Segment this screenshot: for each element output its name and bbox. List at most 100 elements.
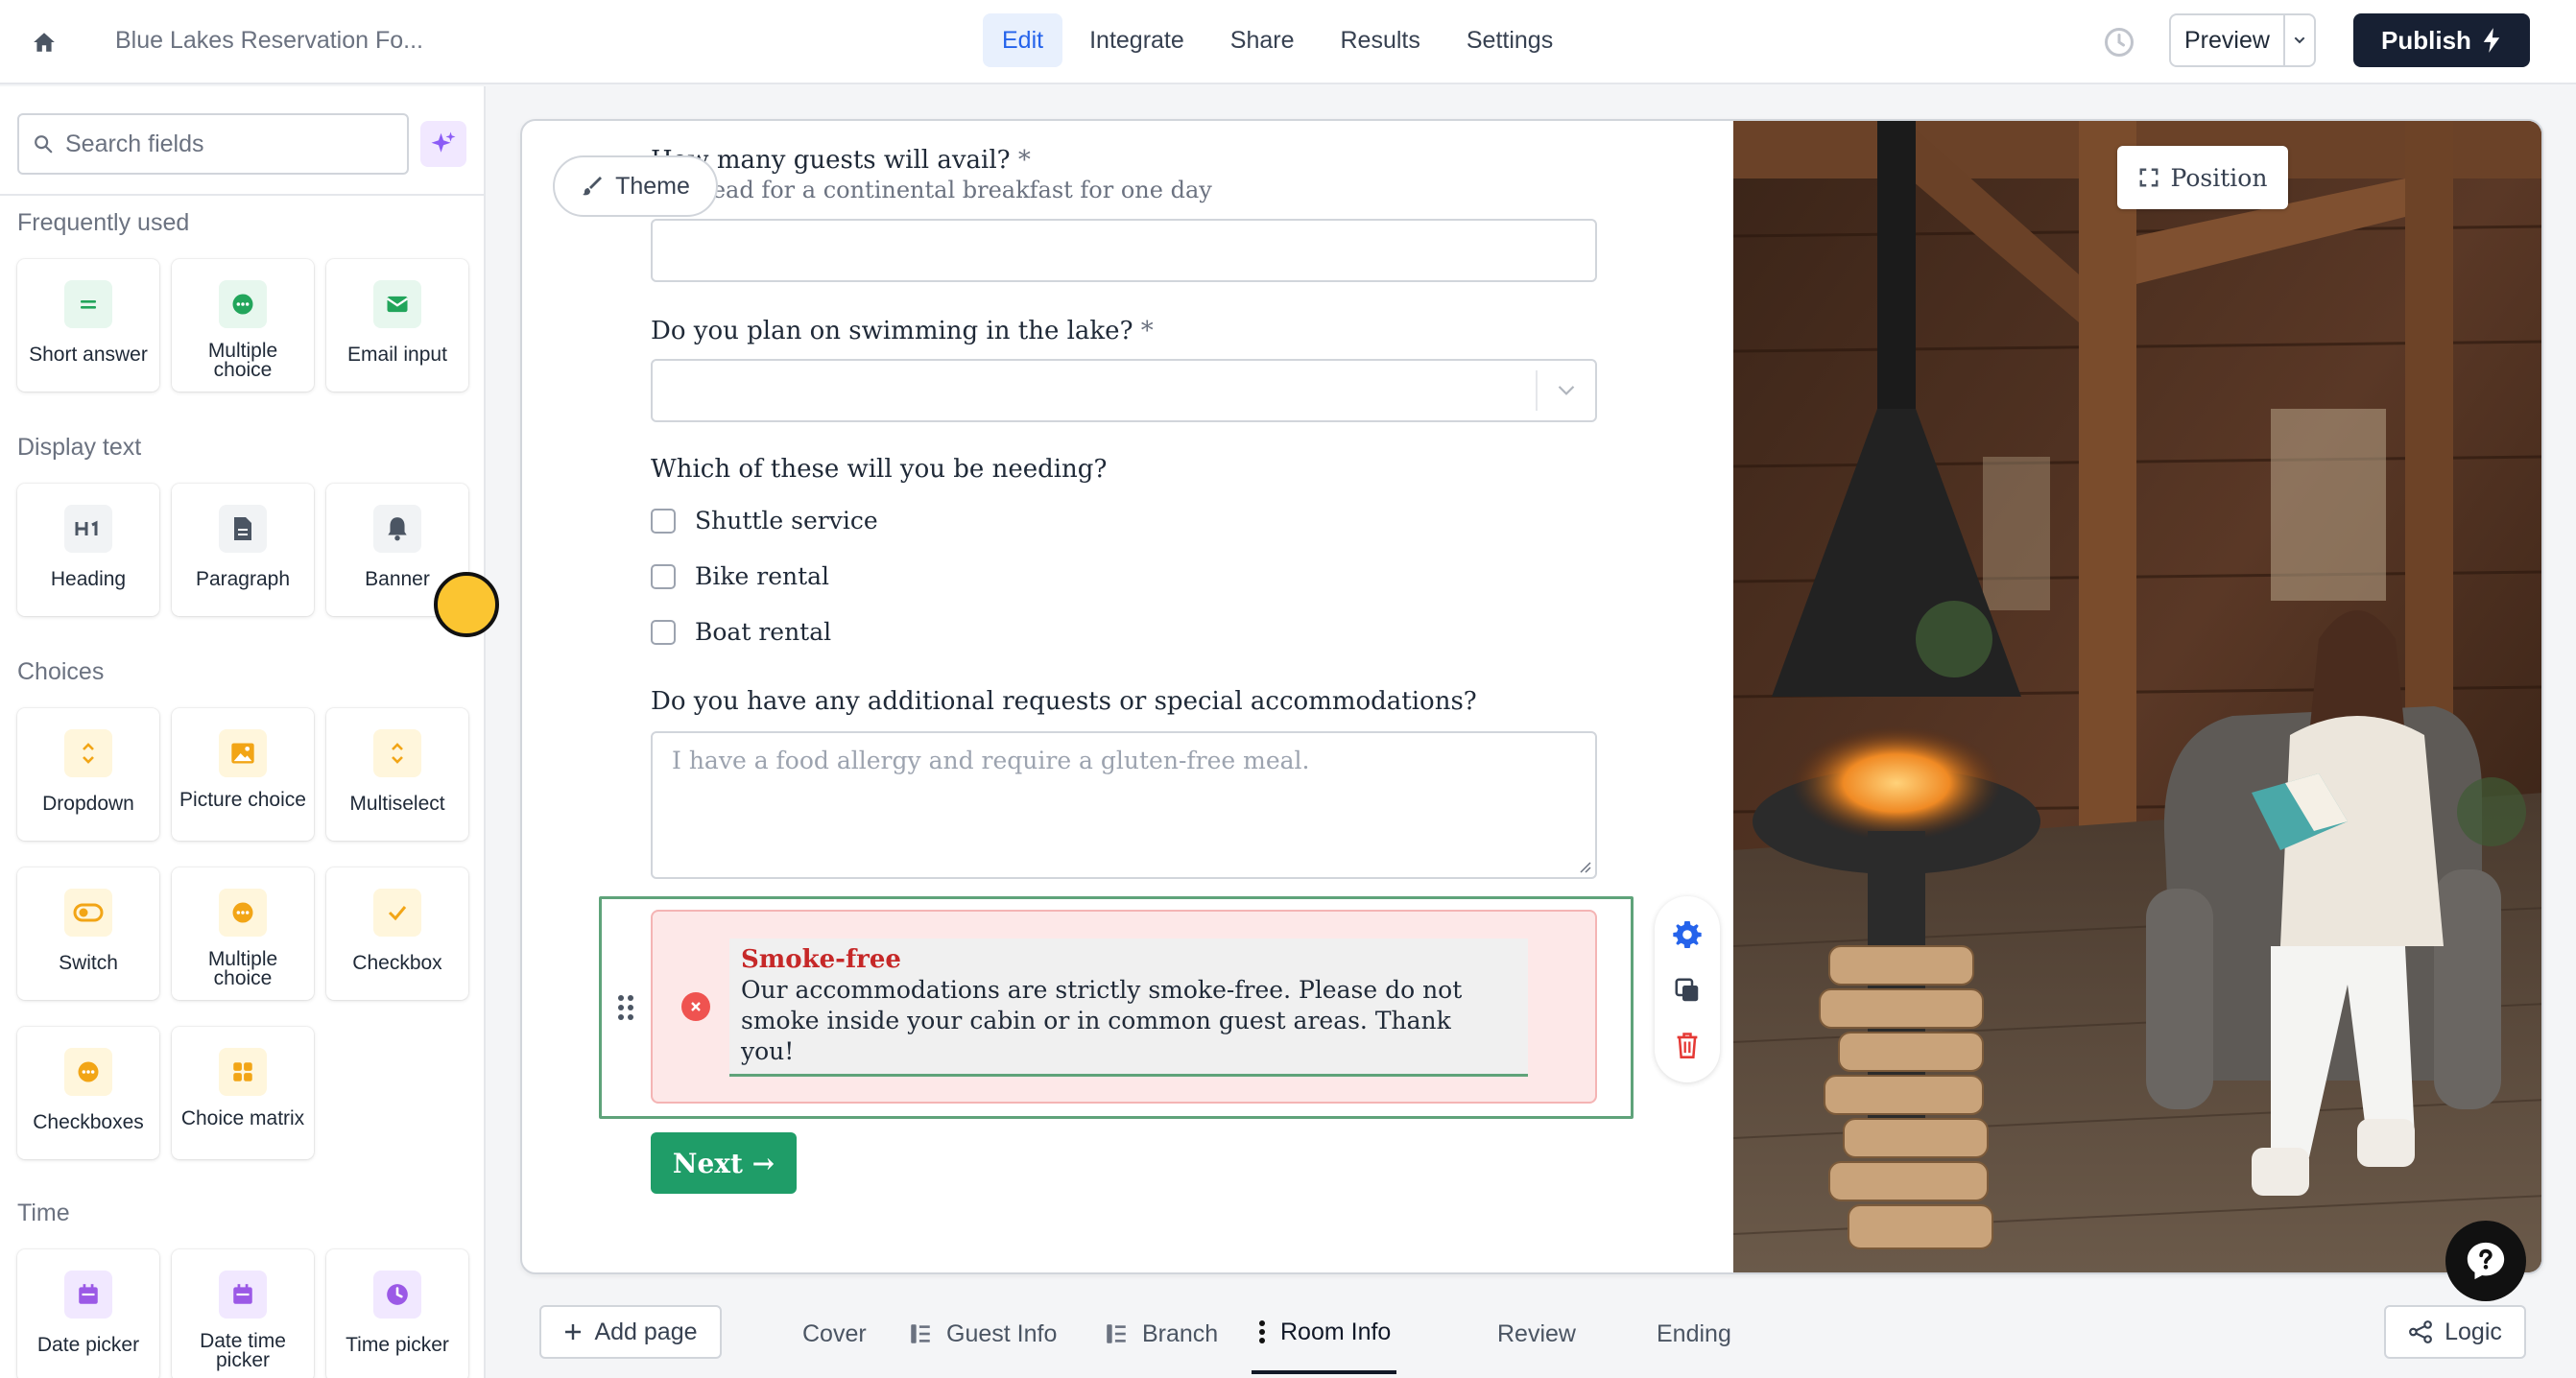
lightning-icon (2483, 28, 2500, 53)
checkbox[interactable] (651, 508, 676, 534)
position-button[interactable]: Position (2117, 146, 2288, 209)
field-label: Checkboxes (33, 1111, 144, 1133)
tab-integrate[interactable]: Integrate (1070, 13, 1204, 67)
more-vertical-icon[interactable] (1257, 1319, 1267, 1345)
smoke-free-banner[interactable]: Smoke-free Our accommodations are strict… (651, 910, 1597, 1104)
swimming-dropdown[interactable] (651, 359, 1597, 422)
tab-settings[interactable]: Settings (1447, 13, 1572, 67)
field-dropdown[interactable]: Dropdown (17, 708, 159, 841)
multiselect-icon (373, 729, 421, 777)
search-box (17, 113, 409, 175)
field-date-time-picker[interactable]: Date time picker (172, 1249, 314, 1378)
page-tab-branch[interactable]: Branch (1104, 1294, 1218, 1374)
help-chat-button[interactable] (2445, 1221, 2526, 1301)
preview-button[interactable]: Preview (2171, 15, 2285, 65)
field-multiple-choice-2[interactable]: Multiple choice (172, 867, 314, 1000)
sparkle-icon (431, 131, 456, 153)
ai-assist-button[interactable] (420, 121, 466, 167)
paragraph-icon (219, 505, 267, 553)
short-answer-icon (64, 280, 112, 328)
section-time: Time (17, 1200, 70, 1226)
next-button[interactable]: Next → (651, 1132, 797, 1194)
tab-edit[interactable]: Edit (983, 13, 1063, 67)
field-choice-matrix[interactable]: Choice matrix (172, 1027, 314, 1159)
page-tab-label: Guest Info (946, 1319, 1058, 1347)
field-email-input[interactable]: Email input (326, 259, 468, 392)
field-multiselect[interactable]: Multiselect (326, 708, 468, 841)
field-label: Date picker (36, 1334, 140, 1356)
field-label: Heading (50, 568, 127, 590)
section-choices: Choices (17, 658, 105, 685)
next-label: Next → (672, 1147, 775, 1179)
option-bike-rental[interactable]: Bike rental (651, 562, 829, 590)
preview-options-button[interactable] (2285, 15, 2314, 65)
field-label: Email input (347, 344, 447, 366)
field-multiple-choice[interactable]: Multiple choice (172, 259, 314, 392)
share-nodes-icon (2409, 1320, 2433, 1343)
q3-label: Which of these will you be needing? (651, 455, 1108, 484)
field-heading[interactable]: Heading (17, 484, 159, 616)
form-title[interactable]: Blue Lakes Reservation Fo... (115, 27, 423, 55)
search-icon (35, 135, 53, 154)
field-short-answer[interactable]: Short answer (17, 259, 159, 392)
field-picture-choice[interactable]: Picture choice (172, 708, 314, 841)
checkbox[interactable] (651, 619, 676, 645)
publish-button[interactable]: Publish (2353, 13, 2530, 67)
page-tab-ending[interactable]: Ending (1657, 1294, 1731, 1374)
top-bar: Blue Lakes Reservation Fo... Edit Integr… (0, 0, 2576, 84)
paintbrush-icon (583, 177, 603, 196)
option-label: Bike rental (695, 562, 830, 590)
banner-title: Smoke-free (741, 945, 901, 974)
history-icon[interactable] (2102, 25, 2136, 59)
search-fields-input[interactable] (65, 130, 372, 158)
add-page-label: Add page (594, 1318, 698, 1345)
chevron-down-icon (1558, 386, 1575, 395)
required-mark: * (1017, 146, 1031, 175)
gear-icon[interactable] (1672, 919, 1703, 950)
page-tab-cover[interactable]: Cover (802, 1294, 867, 1374)
fields-sidebar: Frequently used Short answer Multiple ch… (0, 86, 486, 1378)
dropdown-icon (64, 729, 112, 777)
switch-icon (64, 889, 112, 937)
guests-count-input[interactable] (651, 219, 1597, 282)
add-page-button[interactable]: Add page (539, 1305, 722, 1359)
field-label: Picture choice (179, 789, 306, 811)
page-tab-room-info[interactable]: Room Info (1252, 1294, 1397, 1374)
multiple-choice-icon (219, 889, 267, 937)
field-label: Switch (59, 952, 118, 974)
field-checkboxes[interactable]: Checkboxes (17, 1027, 159, 1159)
duplicate-icon[interactable] (1673, 976, 1702, 1005)
tab-share[interactable]: Share (1211, 13, 1314, 67)
field-paragraph[interactable]: Paragraph (172, 484, 314, 616)
plus-icon (565, 1324, 582, 1340)
requests-textarea[interactable]: I have a food allergy and require a glut… (651, 731, 1597, 879)
field-label: Checkbox (352, 952, 442, 974)
tab-results[interactable]: Results (1322, 13, 1440, 67)
checkbox[interactable] (651, 563, 676, 589)
field-checkbox[interactable]: Checkbox (326, 867, 468, 1000)
home-button[interactable] (25, 23, 63, 61)
logic-button[interactable]: Logic (2384, 1305, 2526, 1359)
page-tab-label: Ending (1657, 1319, 1731, 1347)
option-shuttle-service[interactable]: Shuttle service (651, 507, 878, 535)
publish-label: Publish (2381, 25, 2471, 55)
page-tab-review[interactable]: Review (1497, 1294, 1576, 1374)
field-time-picker[interactable]: Time picker (326, 1249, 468, 1378)
page-tab-guest-info[interactable]: Guest Info (908, 1294, 1057, 1374)
drag-handle-icon[interactable] (614, 992, 637, 1023)
field-label: Dropdown (42, 793, 134, 815)
form-canvas: Theme How many guests will avail? * Per … (520, 119, 2543, 1274)
banner-text-editor[interactable]: Smoke-free Our accommodations are strict… (729, 938, 1528, 1077)
field-date-picker[interactable]: Date picker (17, 1249, 159, 1378)
dropdown-caret (1536, 370, 1595, 411)
preview-group: Preview (2169, 13, 2316, 67)
theme-button[interactable]: Theme (553, 155, 718, 217)
trash-icon[interactable] (1674, 1031, 1701, 1059)
heading-icon (64, 505, 112, 553)
field-label: Short answer (29, 344, 148, 366)
field-label: Multiple choice (207, 340, 278, 381)
page-form-icon (911, 1324, 930, 1343)
resize-handle-icon[interactable] (1578, 860, 1591, 873)
option-boat-rental[interactable]: Boat rental (651, 618, 831, 646)
field-switch[interactable]: Switch (17, 867, 159, 1000)
